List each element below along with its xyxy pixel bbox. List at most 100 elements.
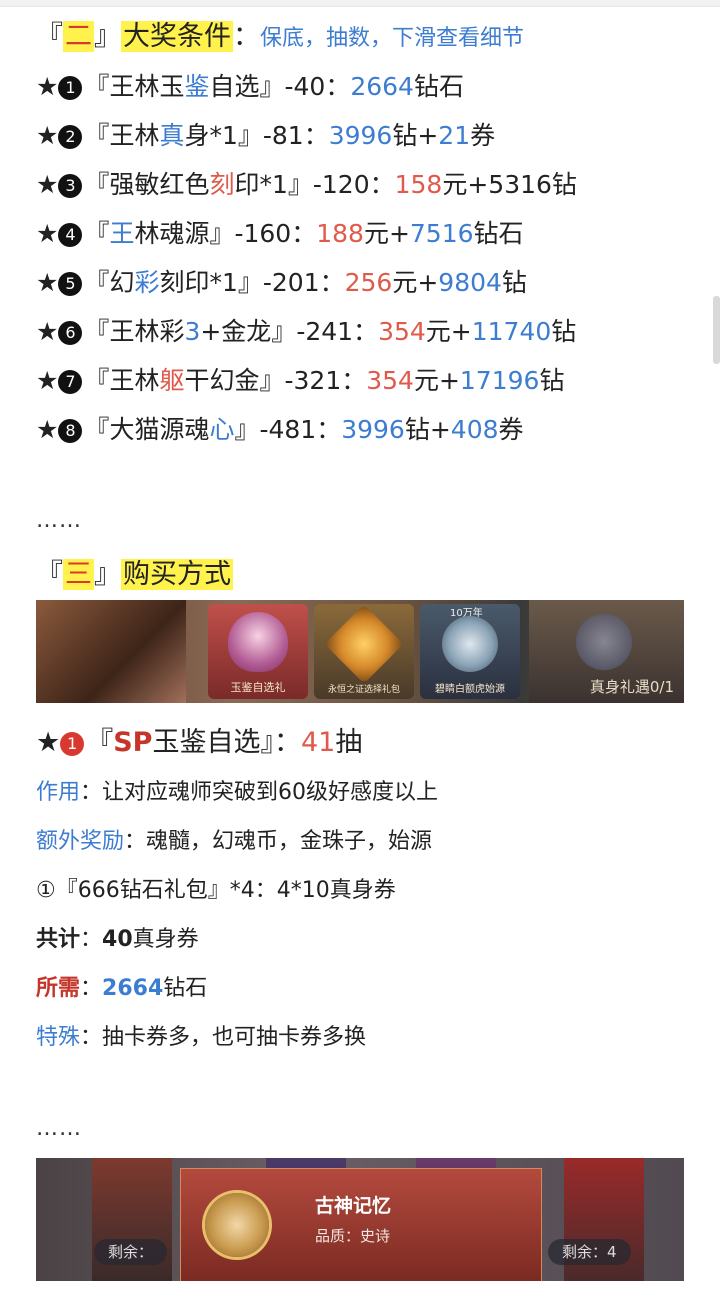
heart-portrait-icon [228, 612, 288, 672]
star-icon: ★ [36, 727, 61, 758]
reward-suffix: 』-160： [209, 219, 317, 248]
scrollbar[interactable] [713, 296, 720, 364]
reward-suffix: 』-241： [271, 317, 379, 346]
reward-suffix: 』-40： [259, 72, 351, 101]
price-primary: 2664 [350, 72, 414, 101]
gift-card-tiger[interactable]: 10万年 碧睛白额虎始源 [420, 604, 520, 699]
reward-row: ★ 5 『幻彩刻印*1』-201：256元+9804钻 [36, 266, 527, 300]
gift-card-jade[interactable]: 玉鉴自选礼 [208, 604, 308, 699]
banner-art-left [36, 600, 186, 703]
sp-name: 玉鉴自选 [152, 727, 261, 758]
star-icon: ★ [36, 268, 59, 297]
price-mid: 元+ [363, 219, 410, 248]
total-unit: 真身券 [132, 927, 199, 952]
effect-text: ：让对应魂师突破到60级好感度以上 [80, 780, 439, 805]
reward-row: ★ 2 『王林真身*1』-81：3996钻+21券 [36, 119, 495, 153]
reward-name-post: 刻印*1 [159, 268, 238, 297]
number-badge: 2 [58, 125, 83, 149]
price-mid: 钻石 [413, 72, 464, 101]
reward-name-pre: 王林玉 [109, 72, 185, 101]
price-mid: 元+ [392, 268, 439, 297]
number-badge: 1 [58, 76, 83, 100]
star-icon: ★ [36, 415, 59, 444]
bracket-close: 』 [94, 21, 121, 52]
bracket-open: 『 [84, 121, 110, 150]
extra-reward-line: 额外奖励：魂髓，幻魂币，金珠子，始源 [36, 825, 432, 859]
popup-quality: 品质：史诗 [315, 1227, 391, 1245]
reward-name-pre: 王林彩 [109, 317, 185, 346]
number-badge: 8 [58, 419, 83, 443]
price-tail: 钻 [501, 268, 527, 297]
special-line: 特殊：抽卡券多，也可抽卡券多换 [36, 1021, 366, 1055]
star-icon: ★ [36, 317, 59, 346]
star-icon: ★ [36, 170, 59, 199]
reward-name-post: +金龙 [200, 317, 272, 346]
draw-unit: 抽 [335, 727, 363, 758]
effect-line: 作用：让对应魂师突破到60级好感度以上 [36, 776, 438, 810]
price-tail: 钻 [539, 366, 565, 395]
number-badge: 5 [58, 272, 83, 296]
price-secondary: 11740 [471, 317, 552, 346]
star-icon: ★ [36, 366, 59, 395]
reward-name-pre: 大猫源魂 [109, 415, 210, 444]
gift-card-label: 玉鉴自选礼 [230, 681, 286, 694]
reward-name-pre: 强敏红色 [109, 170, 210, 199]
number-badge: 1 [60, 732, 85, 756]
gift-card-eternal[interactable]: 永恒之证选择礼包 [314, 604, 414, 699]
item-popup[interactable]: 古神记忆 品质：史诗 [180, 1168, 542, 1281]
reward-name-highlight: 心 [209, 415, 235, 444]
price-primary: 354 [378, 317, 426, 346]
bracket-open: 『 [36, 21, 63, 52]
section3-heading: 『三』购买方式 [36, 558, 233, 592]
pack-line: ①『666钻石礼包』*4：4*10真身券 [36, 878, 396, 903]
reward-name-post: 干幻金 [184, 366, 260, 395]
reward-name-post: 印*1 [234, 170, 288, 199]
bracket-open: 『 [84, 317, 110, 346]
reward-row: ★ 3 『强敏红色刻印*1』-120：158元+5316钻 [36, 168, 577, 202]
reward-name-pre: 王林 [109, 121, 160, 150]
reward-name-highlight: 彩 [134, 268, 160, 297]
star-icon: ★ [36, 219, 59, 248]
gift-card-label: 永恒之证选择礼包 [327, 685, 400, 695]
effect-label: 作用 [36, 780, 81, 805]
price-tail: 券 [470, 121, 496, 150]
section-desc: 保底，抽数，下滑查看细节 [260, 26, 525, 51]
reward-row: ★ 4 『王林魂源』-160：188元+7516钻石 [36, 217, 524, 251]
remaining-count: 剩余： [94, 1239, 168, 1265]
required-line: 所需：2664钻石 [36, 972, 207, 1006]
colon: ： [233, 21, 260, 52]
bracket-open: 『 [84, 72, 110, 101]
ellipsis-2: …… [36, 1116, 82, 1141]
bracket-open: 『 [84, 366, 110, 395]
white-tiger-icon [442, 616, 498, 672]
top-divider [0, 0, 720, 7]
reward-suffix: 』-321： [259, 366, 367, 395]
reward-name-highlight: 王 [109, 219, 135, 248]
price-primary: 3996 [341, 415, 405, 444]
price-tail: 钻石 [473, 219, 524, 248]
price-secondary: 7516 [409, 219, 474, 248]
price-mid: 元+ [413, 366, 460, 395]
total-line: 共计：40真身券 [36, 923, 199, 957]
bracket-close: 』 [94, 559, 121, 590]
true-form-gift[interactable]: 真身礼遇0/1 [529, 600, 684, 703]
reward-name-post: 身*1 [184, 121, 238, 150]
price-tail: 钻 [551, 317, 577, 346]
number-badge: 3 [58, 174, 83, 198]
separator: ： [80, 976, 103, 1001]
gift-card-label: 碧睛白额虎始源 [435, 684, 505, 695]
price-secondary: 17196 [459, 366, 540, 395]
reward-suffix: 』-120： [287, 170, 395, 199]
reward-suffix: 』-201： [237, 268, 345, 297]
price-mid: 钻+ [404, 415, 451, 444]
draw-count: 41 [300, 727, 336, 758]
sp-pack-line: ★ 1 『SP玉鉴自选』：41抽 [36, 724, 362, 762]
number-badge: 4 [58, 223, 83, 247]
section-number: 三 [63, 559, 94, 590]
special-text: ：抽卡券多，也可抽卡券多换 [80, 1025, 367, 1050]
price-primary: 188 [316, 219, 364, 248]
section-number: 二 [63, 21, 94, 52]
star-icon: ★ [36, 72, 59, 101]
bracket-open: 『 [84, 415, 110, 444]
price-secondary: 21 [438, 121, 471, 150]
